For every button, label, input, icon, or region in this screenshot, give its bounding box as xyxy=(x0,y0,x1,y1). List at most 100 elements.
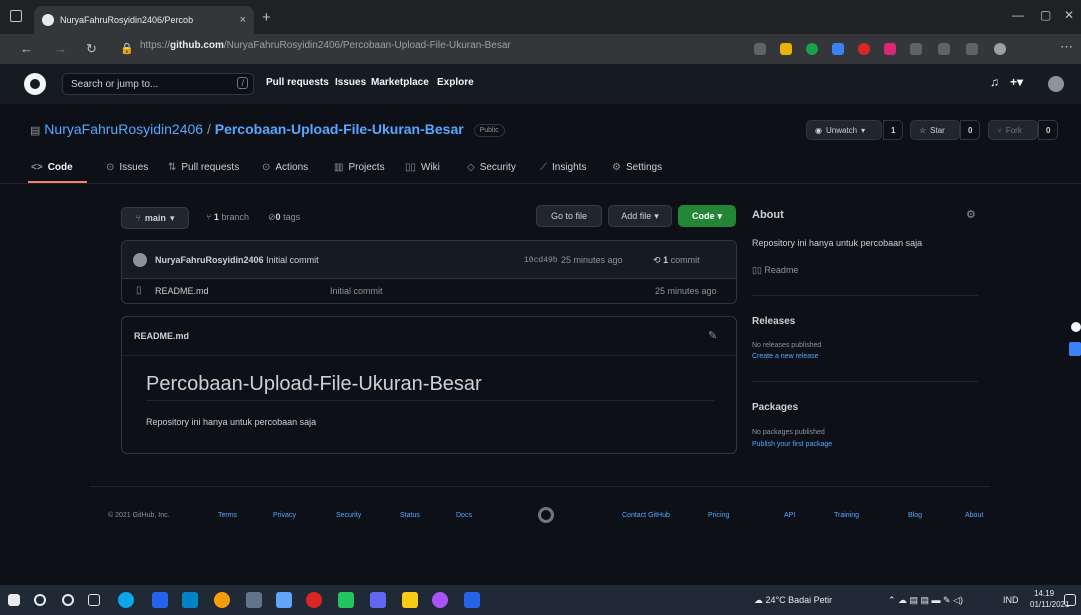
tab-settings[interactable]: ⚙ Settings xyxy=(612,162,662,173)
language-indicator[interactable]: IND xyxy=(1003,595,1019,605)
readme-link[interactable]: ▯▯ Readme xyxy=(752,265,798,276)
side-widget-icon[interactable] xyxy=(1069,342,1081,356)
commit-message[interactable]: Initial commit xyxy=(266,255,319,265)
nav-marketplace[interactable]: Marketplace xyxy=(371,77,429,88)
close-window-icon[interactable]: ✕ xyxy=(1064,8,1074,22)
notifications-bell-icon[interactable]: ♫ xyxy=(990,75,999,89)
collections-icon[interactable] xyxy=(966,43,978,55)
back-icon[interactable]: ← xyxy=(20,41,33,56)
tags-link[interactable]: ⊘0 tags xyxy=(268,212,300,223)
create-new-plus-icon[interactable]: +▾ xyxy=(1010,75,1023,89)
file-row[interactable]: ▯ README.md Initial commit 25 minutes ag… xyxy=(122,279,736,304)
profile-avatar-icon[interactable] xyxy=(994,43,1006,55)
mega-icon[interactable] xyxy=(884,43,896,55)
add-file-button[interactable]: Add file ▾ xyxy=(608,205,672,227)
repo-name-link[interactable]: Percobaan-Upload-File-Ukuran-Besar xyxy=(215,121,464,137)
clock-time[interactable]: 14.19 xyxy=(1034,589,1054,598)
footer-link-api[interactable]: API xyxy=(784,512,795,519)
windows-start-icon[interactable] xyxy=(8,594,20,606)
adblock-icon[interactable] xyxy=(858,43,870,55)
footer-link-blog[interactable]: Blog xyxy=(908,512,922,519)
footer-link-docs[interactable]: Docs xyxy=(456,512,472,519)
tab-code[interactable]: <> Code xyxy=(31,162,73,173)
branch-selector-button[interactable]: ⑂ main ▾ xyxy=(121,207,189,229)
unwatch-button[interactable]: ◉ Unwatch ▾ xyxy=(806,120,882,140)
side-widget-icon[interactable] xyxy=(1071,322,1081,332)
search-icon[interactable] xyxy=(34,594,46,606)
commit-author[interactable]: NuryaFahruRosyidin2406 xyxy=(155,255,264,265)
footer-link-about[interactable]: About xyxy=(965,512,983,519)
app-icon[interactable] xyxy=(338,592,354,608)
nav-explore[interactable]: Explore xyxy=(437,77,474,88)
fork-button[interactable]: ⑂ Fork xyxy=(988,120,1038,140)
store-icon[interactable] xyxy=(182,592,198,608)
tab-close-icon[interactable]: × xyxy=(240,14,246,26)
fork-count[interactable]: 0 xyxy=(1038,120,1059,140)
extension-icon[interactable] xyxy=(780,43,792,55)
more-options-icon[interactable]: ⋯ xyxy=(1060,39,1073,55)
forward-icon[interactable]: → xyxy=(54,41,67,56)
grammarly-icon[interactable] xyxy=(806,43,818,55)
footer-link-training[interactable]: Training xyxy=(834,512,859,519)
tab-insights[interactable]: ⟋ Insights xyxy=(540,162,586,173)
packages-title[interactable]: Packages xyxy=(752,402,798,413)
tab-actions[interactable]: ⊙ Actions xyxy=(262,162,308,173)
github-desktop-icon[interactable] xyxy=(432,592,448,608)
window-menu-icon[interactable] xyxy=(10,10,22,22)
weather-widget[interactable]: ☁ 24°C Badai Petir xyxy=(754,595,832,606)
app-icon[interactable] xyxy=(246,592,262,608)
file-explorer-icon[interactable] xyxy=(152,592,168,608)
extensions-puzzle-icon[interactable] xyxy=(910,43,922,55)
github-logo-icon[interactable] xyxy=(24,73,46,95)
new-tab-button[interactable]: + xyxy=(262,9,271,26)
tab-security[interactable]: ◇ Security xyxy=(467,162,516,173)
system-tray-icons[interactable]: ⌃ ☁ ▤ ▤ ▬ ✎ ◁) xyxy=(888,595,963,606)
extension-icon[interactable] xyxy=(832,43,844,55)
footer-link-contact[interactable]: Contact GitHub xyxy=(622,512,670,519)
footer-link-terms[interactable]: Terms xyxy=(218,512,237,519)
github-footer-logo-icon[interactable] xyxy=(538,507,554,523)
notification-center-icon[interactable] xyxy=(1064,594,1076,606)
task-view-icon[interactable] xyxy=(88,594,100,606)
tab-issues[interactable]: ⊙ Issues xyxy=(106,162,148,173)
chrome-icon[interactable] xyxy=(214,592,230,608)
file-commit-message[interactable]: Initial commit xyxy=(330,286,383,296)
footer-link-pricing[interactable]: Pricing xyxy=(708,512,729,519)
read-aloud-icon[interactable] xyxy=(754,43,766,55)
footer-link-status[interactable]: Status xyxy=(400,512,420,519)
footer-link-security[interactable]: Security xyxy=(336,512,361,519)
cortana-icon[interactable] xyxy=(62,594,74,606)
tab-projects[interactable]: ▥ Projects xyxy=(334,162,385,173)
user-avatar[interactable] xyxy=(1048,76,1064,92)
code-button[interactable]: Code ▾ xyxy=(678,205,736,227)
search-input[interactable]: Search or jump to... / xyxy=(62,73,254,95)
minimize-icon[interactable]: — xyxy=(1012,8,1024,22)
url-field[interactable]: https://github.com/NuryaFahruRosyidin240… xyxy=(140,40,511,51)
favorites-icon[interactable] xyxy=(938,43,950,55)
discord-icon[interactable] xyxy=(370,592,386,608)
refresh-icon[interactable]: ↻ xyxy=(86,41,97,57)
branches-link[interactable]: ⑂ 1 branch xyxy=(206,212,249,222)
releases-title[interactable]: Releases xyxy=(752,316,795,327)
star-button[interactable]: ☆ Star xyxy=(910,120,960,140)
commit-hash[interactable]: 10cd49b xyxy=(524,256,558,265)
edge-icon[interactable] xyxy=(118,592,134,608)
tab-pull-requests[interactable]: ⇅ Pull requests xyxy=(168,162,239,173)
nav-pull-requests[interactable]: Pull requests xyxy=(266,77,329,88)
repo-owner-link[interactable]: NuryaFahruRosyidin2406 xyxy=(44,121,203,137)
watch-count[interactable]: 1 xyxy=(883,120,904,140)
publish-package-link[interactable]: Publish your first package xyxy=(752,441,832,448)
edit-pencil-icon[interactable]: ✎ xyxy=(708,329,717,342)
file-name-link[interactable]: README.md xyxy=(155,286,209,296)
tab-wiki[interactable]: ▯▯ Wiki xyxy=(405,162,440,173)
word-icon[interactable] xyxy=(464,592,480,608)
about-settings-gear-icon[interactable]: ⚙ xyxy=(966,208,976,221)
commits-link[interactable]: ⟲ 1 commit xyxy=(653,255,700,266)
browser-tab[interactable]: NuryaFahruRosyidin2406/Percob × xyxy=(34,6,254,34)
star-count[interactable]: 0 xyxy=(960,120,981,140)
app-icon[interactable] xyxy=(306,592,322,608)
maximize-icon[interactable]: ▢ xyxy=(1040,8,1051,22)
footer-link-privacy[interactable]: Privacy xyxy=(273,512,296,519)
app-icon[interactable] xyxy=(402,592,418,608)
app-icon[interactable] xyxy=(276,592,292,608)
